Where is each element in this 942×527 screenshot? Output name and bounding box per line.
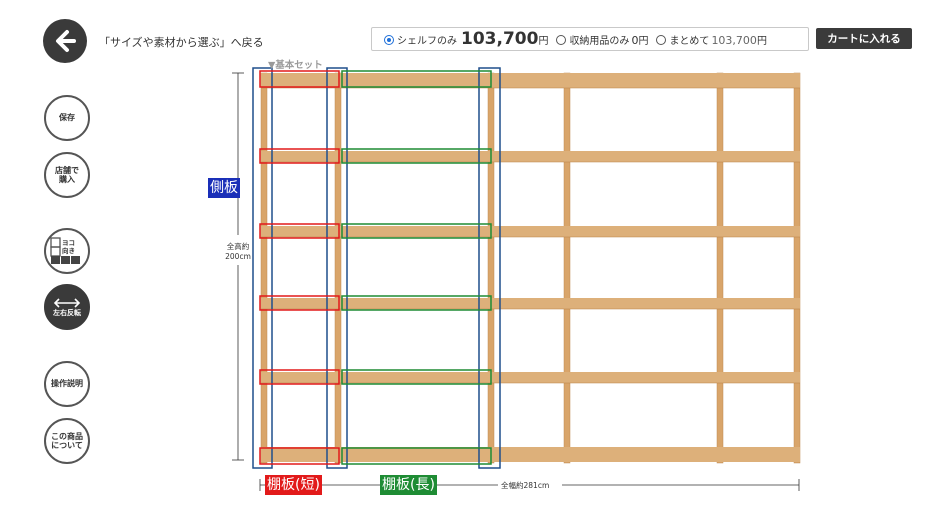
width-label: 全幅約281cm bbox=[501, 481, 550, 490]
base-set-label: ▼基本セット bbox=[268, 60, 323, 71]
side-panel-label: 側板 bbox=[208, 178, 240, 198]
height-dimension bbox=[232, 72, 244, 461]
side-panel-markers bbox=[252, 67, 501, 469]
side-panels bbox=[260, 72, 801, 464]
short-shelf-label: 棚板(短) bbox=[265, 475, 322, 495]
height-label-line1: 全高約 bbox=[226, 242, 250, 251]
height-label: 全高約 200cm bbox=[222, 241, 254, 261]
height-label-line2: 200cm bbox=[225, 252, 251, 261]
long-shelf-label: 棚板(長) bbox=[380, 475, 437, 495]
long-shelf-markers bbox=[341, 70, 492, 465]
shelf-diagram bbox=[232, 67, 801, 491]
